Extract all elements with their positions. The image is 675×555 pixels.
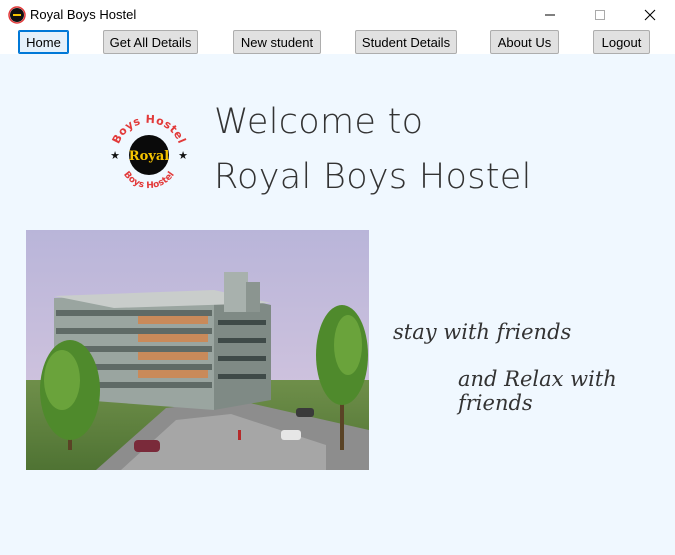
minimize-icon bbox=[545, 14, 555, 16]
new-student-button[interactable]: New student bbox=[233, 30, 321, 54]
maximize-icon bbox=[595, 10, 605, 20]
maximize-button[interactable] bbox=[577, 0, 623, 30]
welcome-heading-line2: Royal Boys Hostel bbox=[214, 157, 532, 197]
title-bar: Royal Boys Hostel bbox=[0, 0, 675, 30]
get-all-details-button[interactable]: Get All Details bbox=[103, 30, 198, 54]
logo-center-text: Royal bbox=[129, 149, 169, 164]
close-icon bbox=[644, 9, 656, 21]
tagline-line1: stay with friends bbox=[393, 320, 572, 344]
student-details-button[interactable]: Student Details bbox=[355, 30, 457, 54]
minimize-button[interactable] bbox=[527, 0, 573, 30]
home-button[interactable]: Home bbox=[18, 30, 69, 54]
nav-toolbar: Home Get All Details New student Student… bbox=[0, 30, 675, 54]
star-icon: ★ bbox=[178, 150, 188, 162]
hostel-logo: Boys Hostel Boys Hostel Royal ★ ★ bbox=[110, 113, 188, 191]
about-us-button[interactable]: About Us bbox=[490, 30, 559, 54]
home-content: Boys Hostel Boys Hostel Royal ★ ★ Welcom… bbox=[0, 54, 675, 555]
hostel-building-image bbox=[26, 230, 369, 470]
app-logo-icon bbox=[8, 6, 26, 24]
star-icon: ★ bbox=[110, 150, 120, 162]
window-title: Royal Boys Hostel bbox=[30, 7, 137, 22]
tagline-line2: and Relax with friends bbox=[458, 367, 617, 415]
close-button[interactable] bbox=[627, 0, 673, 30]
logout-button[interactable]: Logout bbox=[593, 30, 650, 54]
welcome-heading-line1: Welcome to bbox=[214, 102, 424, 142]
